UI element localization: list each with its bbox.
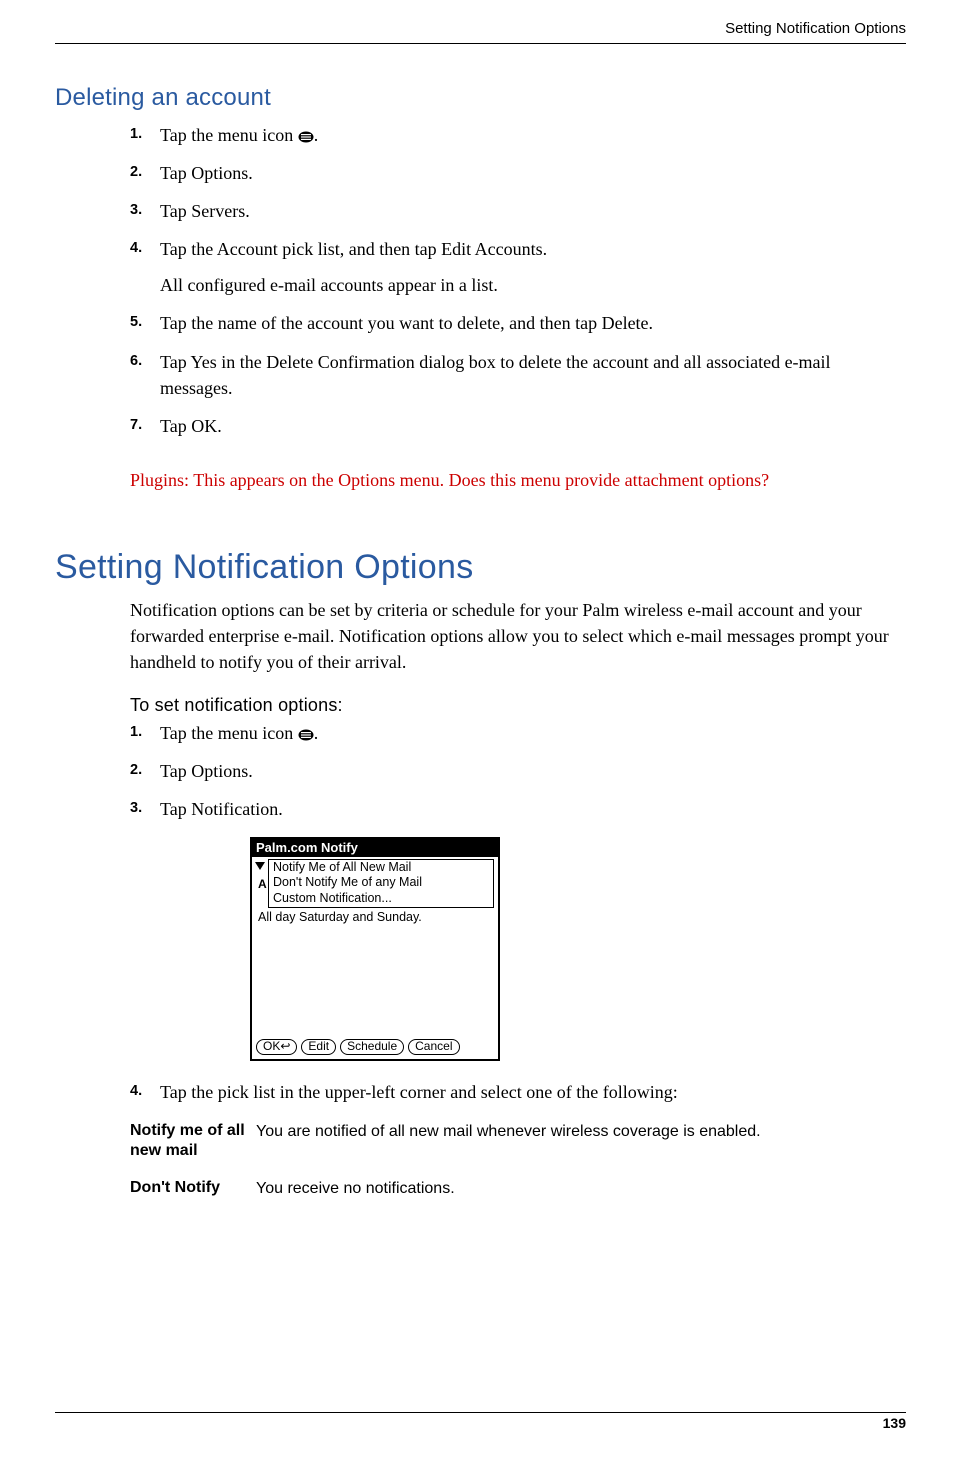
schedule-button: Schedule: [340, 1039, 404, 1055]
option-row: Notify me of all new mail You are notifi…: [130, 1121, 906, 1163]
step-subtext: All configured e-mail accounts appear in…: [160, 272, 906, 298]
picklist: Notify Me of All New Mail Don't Notify M…: [268, 859, 494, 909]
picklist-option: Custom Notification...: [273, 891, 489, 907]
step-item: 5. Tap the name of the account you want …: [130, 310, 906, 336]
step-item: 2. Tap Options.: [130, 160, 906, 186]
ok-button: OK↩: [256, 1039, 297, 1055]
step-text: Tap Yes in the Delete Confirmation dialo…: [160, 352, 831, 398]
return-icon: ↩: [280, 1039, 290, 1054]
intro-paragraph: Notification options can be set by crite…: [130, 597, 906, 675]
step-item: 1. Tap the menu icon .: [130, 122, 906, 148]
menu-icon: [298, 729, 314, 741]
step-text: Tap Options.: [160, 163, 253, 183]
heading-setting-notification: Setting Notification Options: [55, 548, 906, 587]
option-definition: You receive no notifications.: [256, 1178, 906, 1200]
step-number: 2.: [130, 760, 142, 781]
step-item: 1. Tap the menu icon .: [130, 720, 906, 746]
step-item: 6. Tap Yes in the Delete Confirmation di…: [130, 349, 906, 401]
page-number: 139: [883, 1415, 906, 1431]
step-item: 4. Tap the pick list in the upper-left c…: [130, 1079, 906, 1105]
menu-icon: [298, 131, 314, 143]
picklist-arrow-icon: [255, 862, 265, 870]
step-number: 2.: [130, 162, 142, 183]
step-text: Tap the name of the account you want to …: [160, 313, 653, 333]
step-text: Tap the pick list in the upper-left corn…: [160, 1082, 678, 1102]
step-text: Tap the menu icon: [160, 125, 298, 145]
plugins-note: Plugins: This appears on the Options men…: [130, 467, 906, 493]
notify-dialog-screenshot: Palm.com Notify A Notify Me of All New M…: [250, 837, 906, 1061]
step-text: Tap Options.: [160, 761, 253, 781]
step-number: 1.: [130, 124, 142, 145]
step-number: 7.: [130, 415, 142, 436]
step-text: Tap OK.: [160, 416, 222, 436]
page-footer: 139: [55, 1412, 906, 1431]
option-term: Notify me of all new mail: [130, 1121, 256, 1163]
steps-deleting-account: 1. Tap the menu icon . 2. Tap Options. 3…: [130, 122, 906, 439]
step-number: 4.: [130, 1081, 142, 1102]
steps-set-notification-cont: 4. Tap the pick list in the upper-left c…: [130, 1079, 906, 1105]
step-item: 3. Tap Servers.: [130, 198, 906, 224]
step-number: 6.: [130, 351, 142, 372]
edit-button: Edit: [301, 1039, 336, 1055]
step-text: Tap the Account pick list, and then tap …: [160, 239, 547, 259]
schedule-line: All day Saturday and Sunday.: [258, 910, 494, 924]
step-text: Tap the menu icon: [160, 723, 298, 743]
step-text-after: .: [314, 723, 319, 743]
dialog-body: A Notify Me of All New Mail Don't Notify…: [252, 857, 498, 1059]
option-row: Don't Notify You receive no notification…: [130, 1178, 906, 1200]
step-item: 3. Tap Notification.: [130, 796, 906, 822]
cancel-button: Cancel: [408, 1039, 459, 1055]
dialog-buttons: OK↩ Edit Schedule Cancel: [256, 1039, 460, 1055]
picklist-option: Notify Me of All New Mail: [273, 860, 489, 876]
dialog-title: Palm.com Notify: [252, 839, 498, 857]
option-definition: You are notified of all new mail wheneve…: [256, 1121, 906, 1163]
options-table: Notify me of all new mail You are notifi…: [130, 1121, 906, 1201]
step-text: Tap Notification.: [160, 799, 283, 819]
picklist-option: Don't Notify Me of any Mail: [273, 875, 489, 891]
step-item: 2. Tap Options.: [130, 758, 906, 784]
step-number: 3.: [130, 200, 142, 221]
step-number: 1.: [130, 722, 142, 743]
heading-deleting-account: Deleting an account: [55, 84, 906, 112]
step-text: Tap Servers.: [160, 201, 250, 221]
running-head: Setting Notification Options: [55, 20, 906, 44]
a-label: A: [258, 877, 267, 891]
step-text-after: .: [314, 125, 319, 145]
step-item: 7. Tap OK.: [130, 413, 906, 439]
subheading-to-set: To set notification options:: [130, 695, 906, 716]
step-number: 3.: [130, 798, 142, 819]
step-number: 5.: [130, 312, 142, 333]
step-item: 4. Tap the Account pick list, and then t…: [130, 236, 906, 298]
option-term: Don't Notify: [130, 1178, 256, 1200]
notify-dialog: Palm.com Notify A Notify Me of All New M…: [250, 837, 500, 1061]
step-number: 4.: [130, 238, 142, 259]
steps-set-notification: 1. Tap the menu icon . 2. Tap Options. 3…: [130, 720, 906, 822]
